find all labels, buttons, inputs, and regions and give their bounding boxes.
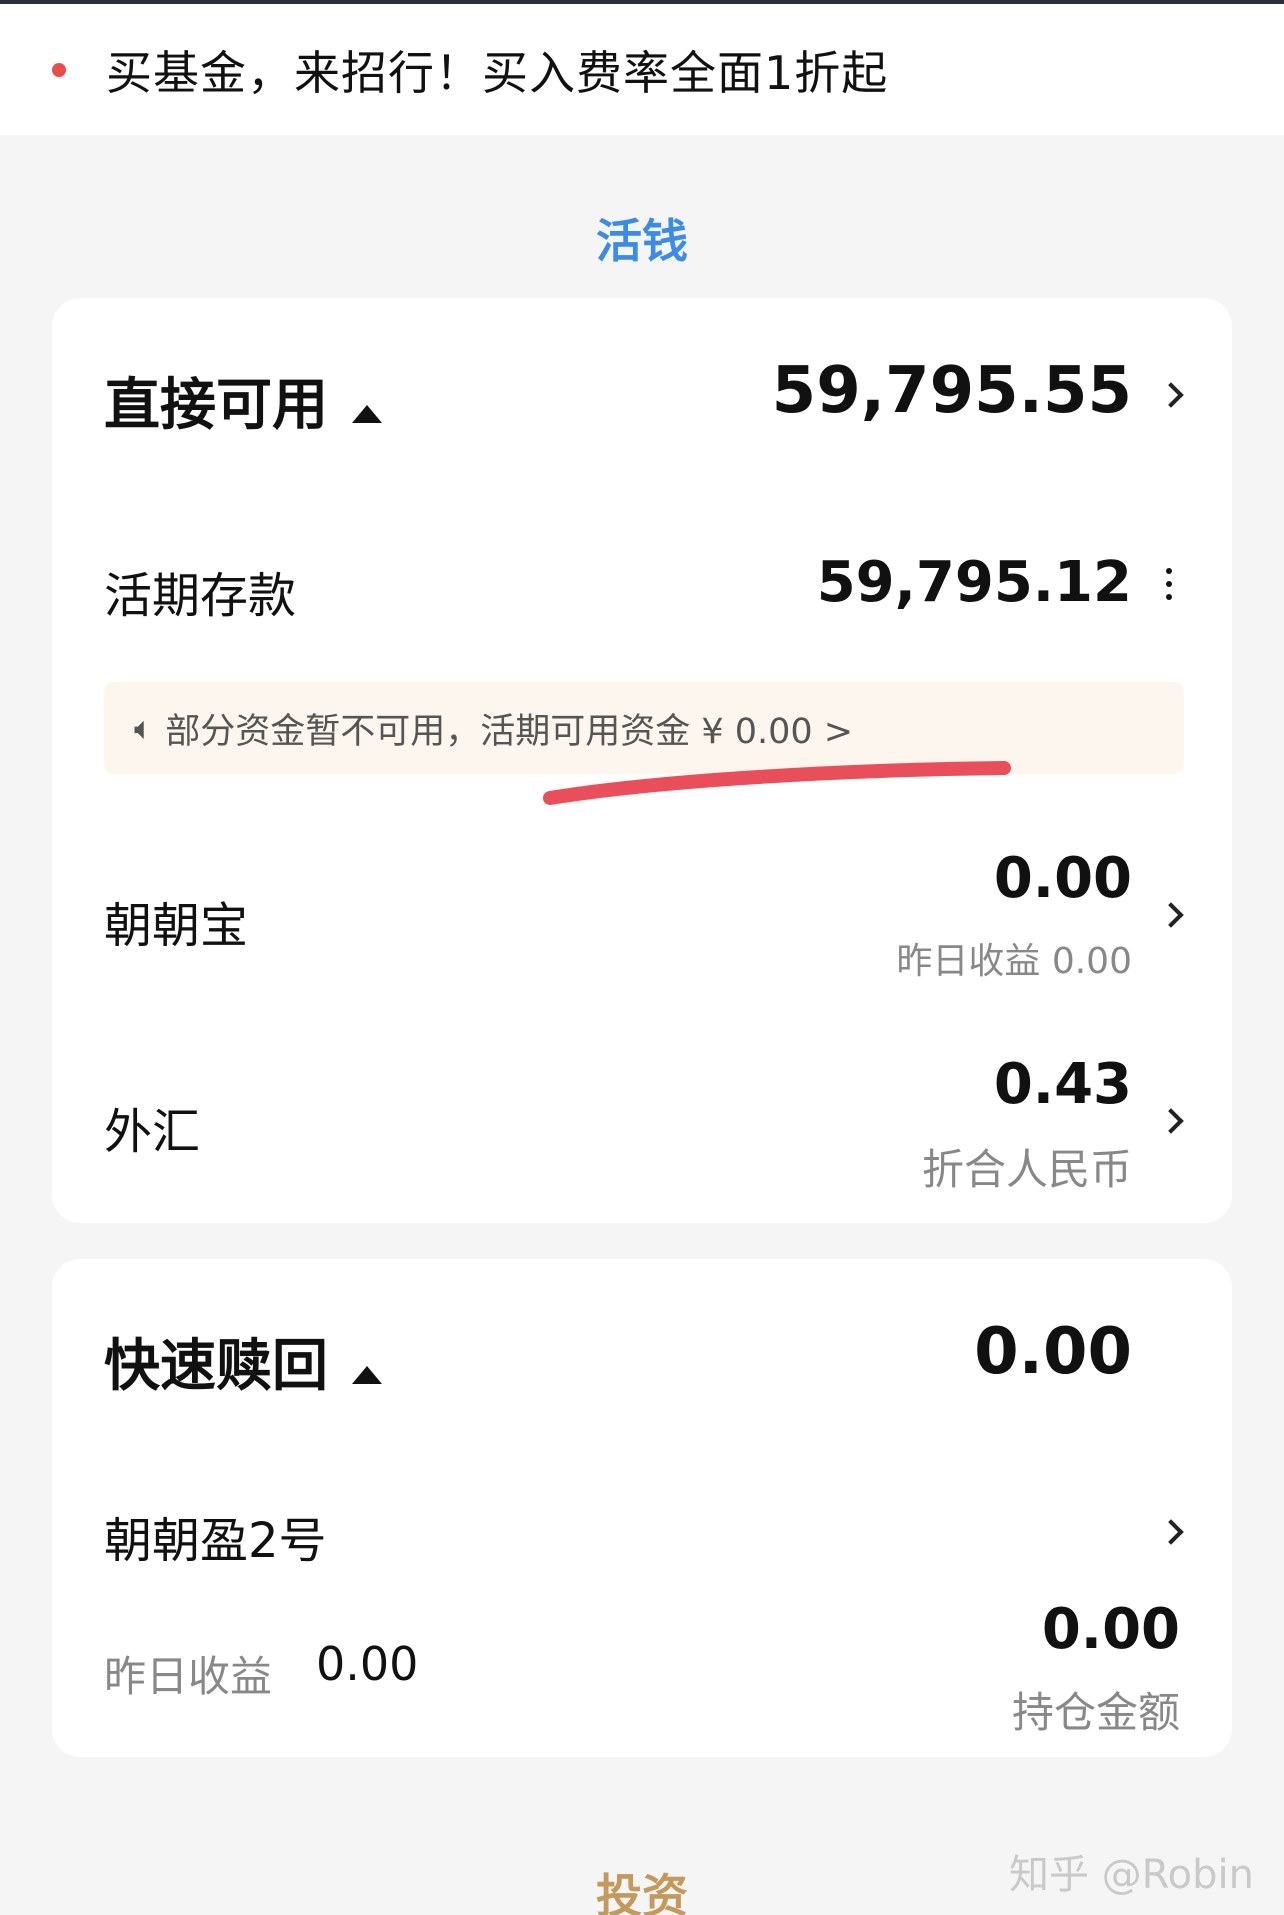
yesterday-income-label: 昨日收益 <box>104 1652 273 1701</box>
zzb-amount: 0.00 <box>993 846 1132 911</box>
chevron-right-icon[interactable] <box>1158 1108 1184 1134</box>
red-underline-annotation <box>543 761 1011 805</box>
more-options-icon[interactable] <box>1166 568 1172 607</box>
forex-label: 外汇 <box>104 1104 201 1160</box>
promo-banner[interactable]: 买基金，来招行！买入费率全面1折起 <box>0 4 1284 135</box>
quick-redeem-title: 快速赎回 <box>104 1334 328 1399</box>
section-title-cash: 活钱 <box>596 214 688 268</box>
zzb-yesterday-income: 昨日收益 0.00 <box>896 941 1132 982</box>
product-label[interactable]: 朝朝盈2号 <box>104 1501 327 1571</box>
watermark: 知乎 @Robin <box>1008 1852 1254 1898</box>
funds-notice-text: 部分资金暂不可用，活期可用资金 ¥ 0.00 > <box>165 711 854 752</box>
collapse-triangle-icon[interactable] <box>352 1365 382 1384</box>
speaker-icon: 🔈︎ <box>134 708 154 747</box>
banner-dot-icon <box>52 62 66 77</box>
quick-redeem-card: 快速赎回 0.00 朝朝盈2号 昨日收益 0.00 0.00 持仓金额 <box>52 1259 1232 1757</box>
chevron-right-icon[interactable] <box>1158 902 1184 928</box>
direct-available-card: 直接可用 59,795.55 活期存款 59,795.12 🔈︎ 部分资金暂不可… <box>52 298 1232 1223</box>
zzb-label: 朝朝宝 <box>104 898 249 954</box>
yesterday-income-value: 0.00 <box>316 1637 419 1691</box>
quick-redeem-header[interactable]: 快速赎回 <box>104 1321 382 1402</box>
direct-available-amount: 59,795.55 <box>771 354 1132 428</box>
forex-amount: 0.43 <box>993 1052 1132 1117</box>
direct-available-title: 直接可用 <box>104 373 328 438</box>
quick-redeem-amount: 0.00 <box>974 1315 1132 1389</box>
forex-rmb-equivalent: 折合人民币 <box>921 1145 1132 1194</box>
collapse-triangle-icon[interactable] <box>352 404 382 423</box>
demand-deposit-label: 活期存款 <box>104 568 297 624</box>
demand-deposit-amount: 59,795.12 <box>816 550 1132 615</box>
direct-available-header[interactable]: 直接可用 <box>104 360 382 441</box>
chevron-right-icon[interactable] <box>1158 382 1184 408</box>
holding-amount: 0.00 <box>1041 1597 1180 1662</box>
holding-amount-label: 持仓金额 <box>1011 1688 1180 1737</box>
banner-text: 买基金，来招行！买入费率全面1折起 <box>106 45 889 100</box>
chevron-right-icon[interactable] <box>1158 1519 1184 1545</box>
